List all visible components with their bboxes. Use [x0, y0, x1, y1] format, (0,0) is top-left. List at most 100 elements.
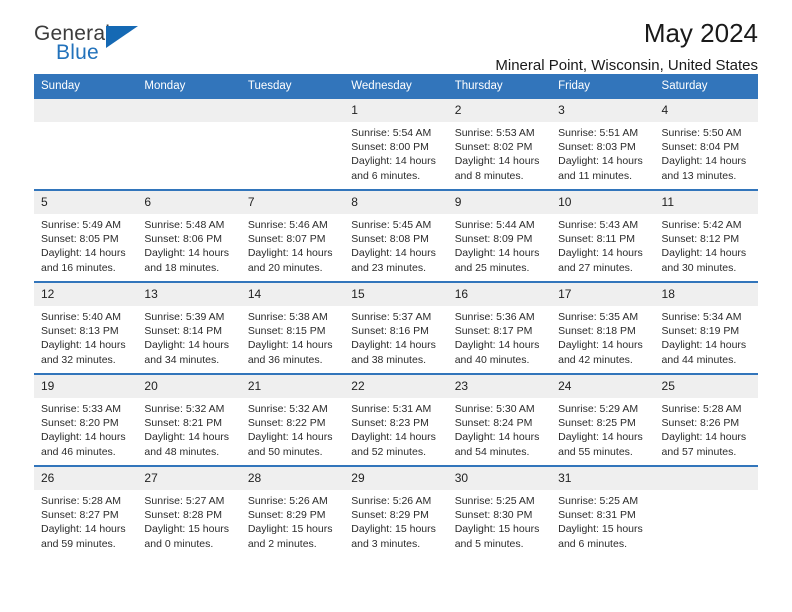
calendar-day-cell[interactable]: 2 Sunrise: 5:53 AM Sunset: 8:02 PM Daylight…	[447, 99, 552, 190]
daylight-text: Daylight: 14 hours and 11 minutes.	[558, 155, 643, 182]
day-details: Sunrise: 5:51 AM Sunset: 8:03 PM Daylight:…	[551, 122, 654, 183]
day-details: Sunrise: 5:31 AM Sunset: 8:23 PM Daylight:…	[344, 398, 447, 459]
sunset-text: Sunset: 8:17 PM	[454, 325, 533, 338]
sunset-text: Sunset: 8:15 PM	[247, 325, 326, 338]
sunrise-text: Sunrise: 5:25 AM	[558, 495, 639, 507]
sunrise-text: Sunrise: 5:49 AM	[41, 219, 121, 231]
day-number: 24	[551, 375, 655, 398]
day-details: Sunrise: 5:28 AM Sunset: 8:27 PM Daylight:…	[34, 490, 137, 551]
day-number: 16	[447, 283, 552, 306]
calendar-day-cell[interactable]: 14 Sunrise: 5:38 AM Sunset: 8:15 PM Dayligh…	[240, 281, 345, 374]
day-details: Sunrise: 5:46 AM Sunset: 8:07 PM Daylight:…	[241, 214, 344, 275]
calendar-day-cell[interactable]: 3 Sunrise: 5:51 AM Sunset: 8:03 PM Daylight…	[551, 99, 655, 190]
daylight-text: Daylight: 14 hours and 55 minutes.	[558, 431, 643, 458]
triangle-icon	[106, 26, 138, 48]
daylight-text: Daylight: 14 hours and 59 minutes.	[41, 523, 126, 550]
sunset-text: Sunset: 8:07 PM	[247, 233, 326, 246]
calendar-day-cell[interactable]: 7 Sunrise: 5:46 AM Sunset: 8:07 PM Daylight…	[240, 189, 345, 282]
calendar-day-cell[interactable]: 9 Sunrise: 5:44 AM Sunset: 8:09 PM Daylight…	[447, 189, 552, 282]
calendar-day-cell[interactable]: 4 Sunrise: 5:50 AM Sunset: 8:04 PM Daylight…	[654, 99, 758, 190]
sunrise-text: Sunrise: 5:36 AM	[454, 311, 535, 323]
calendar-day-cell[interactable]: 5 Sunrise: 5:49 AM Sunset: 8:05 PM Daylight…	[34, 189, 138, 282]
day-number: 22	[344, 375, 448, 398]
calendar-week-row: 12 Sunrise: 5:40 AM Sunset: 8:13 PM Dayligh…	[34, 281, 758, 374]
sunrise-text: Sunrise: 5:34 AM	[661, 311, 742, 323]
sunrise-text: Sunrise: 5:44 AM	[454, 219, 535, 231]
calendar-day-cell[interactable]: 15 Sunrise: 5:37 AM Sunset: 8:16 PM Dayligh…	[344, 281, 448, 374]
calendar-day-cell-empty	[654, 465, 758, 557]
calendar-day-cell[interactable]: 10 Sunrise: 5:43 AM Sunset: 8:11 PM Dayligh…	[551, 189, 655, 282]
day-number: 18	[654, 283, 758, 306]
calendar-body: 1 Sunrise: 5:54 AM Sunset: 8:00 PM Daylight…	[34, 99, 758, 557]
day-details: Sunrise: 5:27 AM Sunset: 8:28 PM Daylight:…	[137, 490, 240, 551]
calendar-day-cell[interactable]: 18 Sunrise: 5:34 AM Sunset: 8:19 PM Dayligh…	[654, 281, 758, 374]
general-blue-logo[interactable]: General Blue	[34, 22, 146, 68]
calendar-week-row: 19 Sunrise: 5:33 AM Sunset: 8:20 PM Dayligh…	[34, 373, 758, 466]
sunset-text: Sunset: 8:18 PM	[558, 325, 636, 338]
daylight-text: Daylight: 14 hours and 52 minutes.	[351, 431, 436, 458]
sunset-text: Sunset: 8:08 PM	[351, 233, 429, 246]
sunset-text: Sunset: 8:26 PM	[661, 417, 740, 430]
calendar-day-cell[interactable]: 11 Sunrise: 5:42 AM Sunset: 8:12 PM Dayligh…	[654, 189, 758, 282]
location-subtitle: Mineral Point, Wisconsin, United States	[495, 57, 758, 74]
calendar-day-cell[interactable]: 24 Sunrise: 5:29 AM Sunset: 8:25 PM Dayligh…	[551, 373, 655, 466]
calendar-day-cell[interactable]: 8 Sunrise: 5:45 AM Sunset: 8:08 PM Daylight…	[344, 189, 448, 282]
day-number: 25	[654, 375, 758, 398]
sunrise-text: Sunrise: 5:40 AM	[41, 311, 121, 323]
calendar-day-cell[interactable]: 23 Sunrise: 5:30 AM Sunset: 8:24 PM Dayligh…	[447, 373, 552, 466]
calendar-day-cell[interactable]: 13 Sunrise: 5:39 AM Sunset: 8:14 PM Dayligh…	[137, 281, 241, 374]
calendar-day-cell[interactable]: 28 Sunrise: 5:26 AM Sunset: 8:29 PM Dayligh…	[240, 465, 345, 557]
day-number: 2	[447, 99, 552, 122]
calendar-day-cell[interactable]: 16 Sunrise: 5:36 AM Sunset: 8:17 PM Dayligh…	[447, 281, 552, 374]
calendar-day-cell[interactable]: 25 Sunrise: 5:28 AM Sunset: 8:26 PM Dayligh…	[654, 373, 758, 466]
sunset-text: Sunset: 8:24 PM	[454, 417, 533, 430]
sunset-text: Sunset: 8:27 PM	[41, 509, 119, 522]
calendar-day-cell[interactable]: 19 Sunrise: 5:33 AM Sunset: 8:20 PM Dayligh…	[34, 373, 138, 466]
calendar-day-cell[interactable]: 20 Sunrise: 5:32 AM Sunset: 8:21 PM Dayligh…	[137, 373, 241, 466]
day-details: Sunrise: 5:32 AM Sunset: 8:21 PM Daylight:…	[137, 398, 240, 459]
calendar-day-cell[interactable]: 17 Sunrise: 5:35 AM Sunset: 8:18 PM Dayligh…	[551, 281, 655, 374]
calendar-day-cell[interactable]: 26 Sunrise: 5:28 AM Sunset: 8:27 PM Dayligh…	[34, 465, 138, 557]
calendar-day-cell[interactable]: 22 Sunrise: 5:31 AM Sunset: 8:23 PM Dayligh…	[344, 373, 448, 466]
sunset-text: Sunset: 8:31 PM	[558, 509, 636, 522]
daylight-text: Daylight: 14 hours and 18 minutes.	[144, 247, 230, 274]
calendar-day-cell[interactable]: 27 Sunrise: 5:27 AM Sunset: 8:28 PM Dayligh…	[137, 465, 241, 557]
daylight-text: Daylight: 14 hours and 13 minutes.	[661, 155, 747, 182]
calendar-day-cell[interactable]: 21 Sunrise: 5:32 AM Sunset: 8:22 PM Dayligh…	[240, 373, 345, 466]
sunrise-text: Sunrise: 5:45 AM	[351, 219, 432, 231]
calendar-day-cell[interactable]: 12 Sunrise: 5:40 AM Sunset: 8:13 PM Dayligh…	[34, 281, 138, 374]
sunset-text: Sunset: 8:06 PM	[144, 233, 223, 246]
calendar-header-row: Sunday Monday Tuesday Wednesday Thursday…	[34, 74, 758, 99]
daylight-text: Daylight: 14 hours and 44 minutes.	[661, 339, 747, 366]
calendar-day-cell[interactable]: 30 Sunrise: 5:25 AM Sunset: 8:30 PM Dayligh…	[447, 465, 552, 557]
weekday-header-friday: Friday	[551, 74, 655, 99]
sunset-text: Sunset: 8:19 PM	[661, 325, 740, 338]
day-number: 8	[344, 191, 448, 214]
sunset-text: Sunset: 8:04 PM	[661, 141, 740, 154]
daylight-text: Daylight: 15 hours and 2 minutes.	[247, 523, 333, 550]
weekday-header-sunday: Sunday	[34, 74, 138, 99]
calendar-day-cell[interactable]: 31 Sunrise: 5:25 AM Sunset: 8:31 PM Dayligh…	[551, 465, 655, 557]
sunrise-text: Sunrise: 5:38 AM	[247, 311, 328, 323]
daylight-text: Daylight: 14 hours and 6 minutes.	[351, 155, 436, 182]
day-details: Sunrise: 5:33 AM Sunset: 8:20 PM Daylight:…	[34, 398, 137, 459]
sunrise-text: Sunrise: 5:43 AM	[558, 219, 639, 231]
daylight-text: Daylight: 14 hours and 16 minutes.	[41, 247, 126, 274]
day-number: 12	[34, 283, 138, 306]
calendar-day-cell[interactable]: 29 Sunrise: 5:26 AM Sunset: 8:29 PM Dayligh…	[344, 465, 448, 557]
daylight-text: Daylight: 14 hours and 40 minutes.	[454, 339, 540, 366]
sunrise-text: Sunrise: 5:32 AM	[144, 403, 225, 415]
day-number: 29	[344, 467, 448, 490]
calendar-day-cell[interactable]: 6 Sunrise: 5:48 AM Sunset: 8:06 PM Daylight…	[137, 189, 241, 282]
day-details: Sunrise: 5:34 AM Sunset: 8:19 PM Daylight:…	[655, 306, 758, 367]
sunset-text: Sunset: 8:00 PM	[351, 141, 429, 154]
daylight-text: Daylight: 14 hours and 54 minutes.	[454, 431, 540, 458]
day-number: 31	[551, 467, 655, 490]
calendar-day-cell[interactable]: 1 Sunrise: 5:54 AM Sunset: 8:00 PM Daylight…	[344, 99, 448, 190]
sunrise-text: Sunrise: 5:39 AM	[144, 311, 225, 323]
day-number	[654, 467, 758, 490]
sunset-text: Sunset: 8:21 PM	[144, 417, 223, 430]
sunset-text: Sunset: 8:22 PM	[247, 417, 326, 430]
weekday-header-tuesday: Tuesday	[240, 74, 345, 99]
day-number	[34, 99, 138, 122]
